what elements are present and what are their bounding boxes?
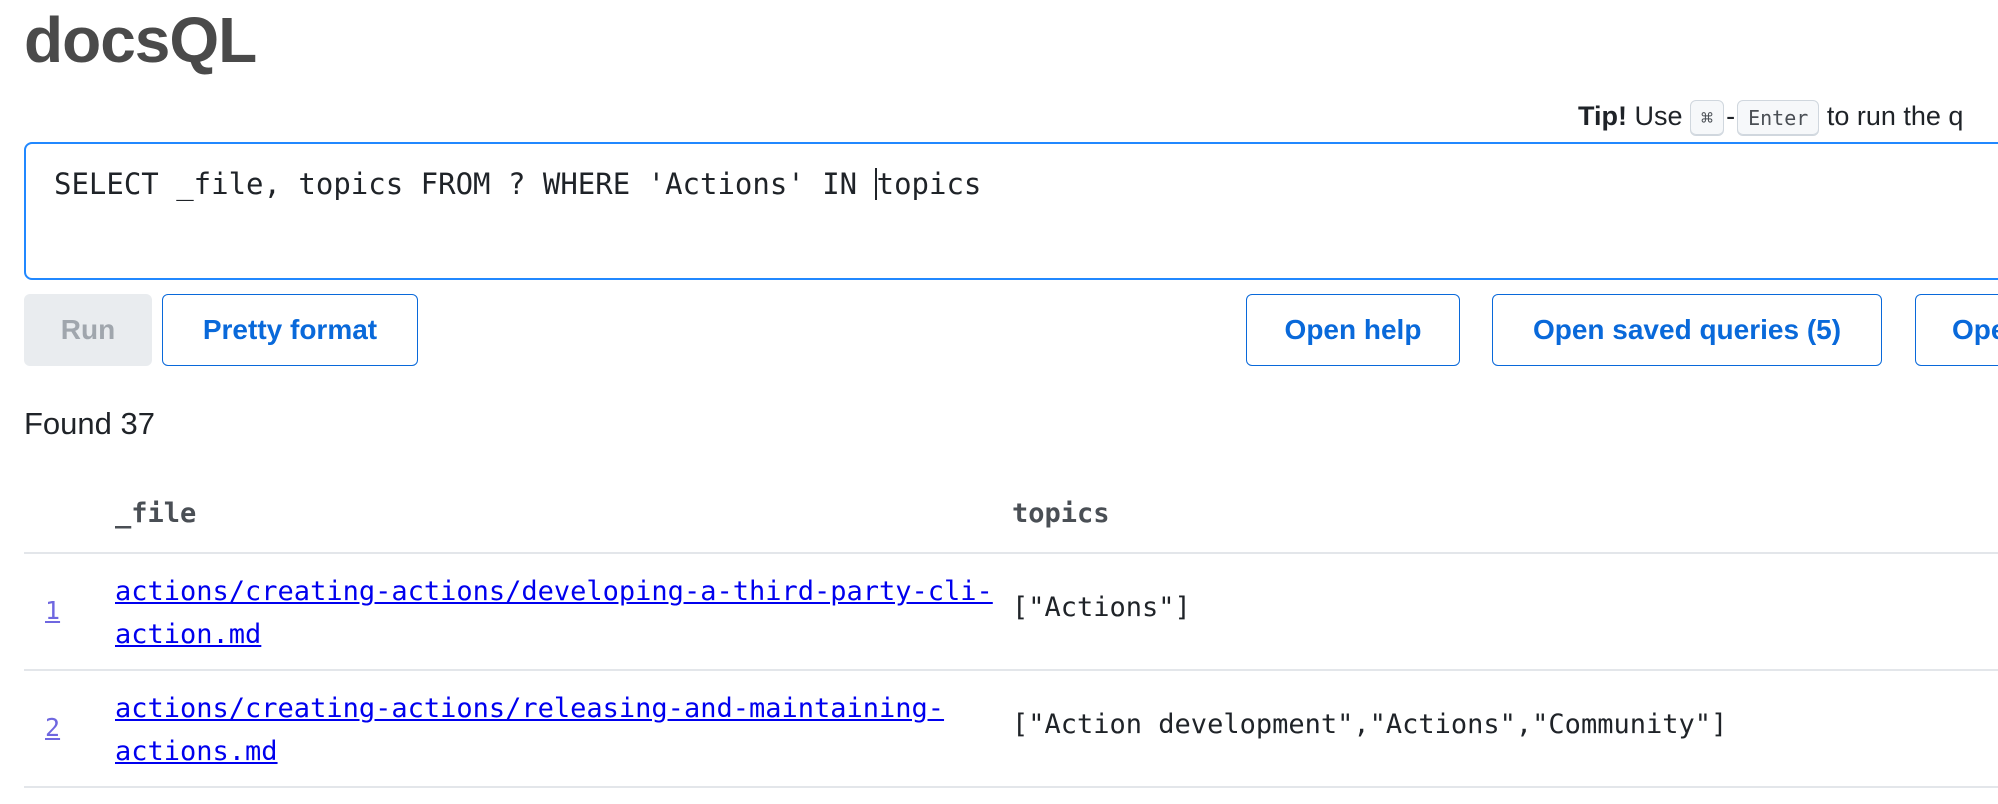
docsql-page: docsQL Tip! Use ⌘ - Enter to run the q SEL…	[0, 0, 1998, 804]
keyboard-tip: Tip! Use ⌘ - Enter to run the q	[1578, 98, 1963, 136]
table-row: 2 actions/creating-actions/releasing-and…	[24, 671, 1998, 788]
topics-value: ["Actions"]	[1012, 592, 1191, 623]
query-before-caret: SELECT _file, topics FROM ? WHERE 'Actio…	[54, 167, 875, 201]
run-button[interactable]: Run	[24, 294, 152, 366]
open-help-button[interactable]: Open help	[1246, 294, 1460, 366]
results-table: _file topics 1 actions/creating-actions/…	[24, 476, 1998, 788]
topics-value: ["Action development","Actions","Communi…	[1012, 709, 1728, 740]
app-title: docsQL	[24, 4, 257, 76]
tip-bold-label: Tip!	[1578, 101, 1627, 131]
tip-rest-text: to run the q	[1826, 101, 1964, 131]
file-link[interactable]: actions/creating-actions/developing-a-th…	[115, 570, 1015, 656]
query-text[interactable]: SELECT _file, topics FROM ? WHERE 'Actio…	[54, 164, 981, 204]
results-count: Found 37	[24, 406, 155, 441]
tip-separator: -	[1726, 101, 1736, 131]
file-link-line1: actions/creating-actions/developing-a-th…	[115, 576, 993, 607]
file-link-line2: action.md	[115, 619, 262, 650]
file-link-line2: actions.md	[115, 736, 278, 767]
column-header-topics[interactable]: topics	[1012, 498, 1110, 529]
command-key-badge: ⌘	[1690, 99, 1725, 136]
row-number-link[interactable]: 2	[45, 713, 60, 742]
row-number-link[interactable]: 1	[45, 596, 60, 625]
file-link-line1: actions/creating-actions/releasing-and-m…	[115, 693, 945, 724]
file-link[interactable]: actions/creating-actions/releasing-and-m…	[115, 687, 1015, 773]
table-row: 1 actions/creating-actions/developing-a-…	[24, 554, 1998, 671]
table-header-row: _file topics	[24, 476, 1998, 554]
open-other-button[interactable]: Ope	[1915, 294, 1998, 366]
column-header-file[interactable]: _file	[115, 498, 196, 529]
tip-use-text: Use	[1634, 101, 1683, 131]
pretty-format-button[interactable]: Pretty format	[162, 294, 418, 366]
enter-key-badge: Enter	[1737, 99, 1820, 136]
query-after-caret: topics	[876, 167, 982, 201]
query-editor[interactable]: SELECT _file, topics FROM ? WHERE 'Actio…	[24, 142, 1998, 280]
open-saved-queries-button[interactable]: Open saved queries (5)	[1492, 294, 1882, 366]
